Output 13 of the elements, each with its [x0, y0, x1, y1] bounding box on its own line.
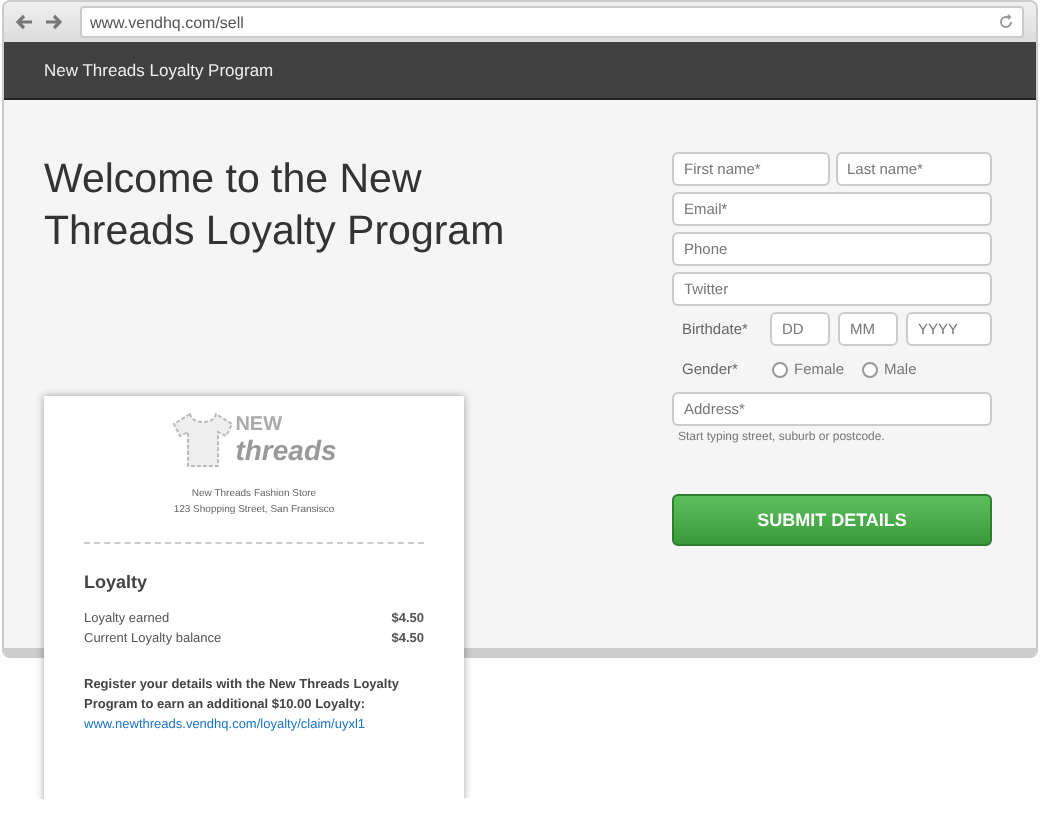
- logo-text: NEW: [235, 416, 285, 436]
- logo-text: threads: [235, 436, 337, 464]
- site-title: New Threads Loyalty Program: [44, 60, 274, 80]
- page-heading: Welcome to the New Threads Loyalty Program: [44, 154, 507, 258]
- shirt-icon: [171, 410, 232, 470]
- reload-icon[interactable]: [998, 14, 1014, 30]
- forward-icon[interactable]: [44, 14, 62, 30]
- radio-button[interactable]: [862, 361, 879, 377]
- back-icon[interactable]: [16, 14, 34, 30]
- submit-button[interactable]: SUBMIT DETAILS: [672, 494, 992, 546]
- section-title: Loyalty: [84, 572, 150, 592]
- address-bar[interactable]: www.vendhq.com/sell: [80, 6, 1024, 38]
- radio-button[interactable]: [772, 361, 788, 377]
